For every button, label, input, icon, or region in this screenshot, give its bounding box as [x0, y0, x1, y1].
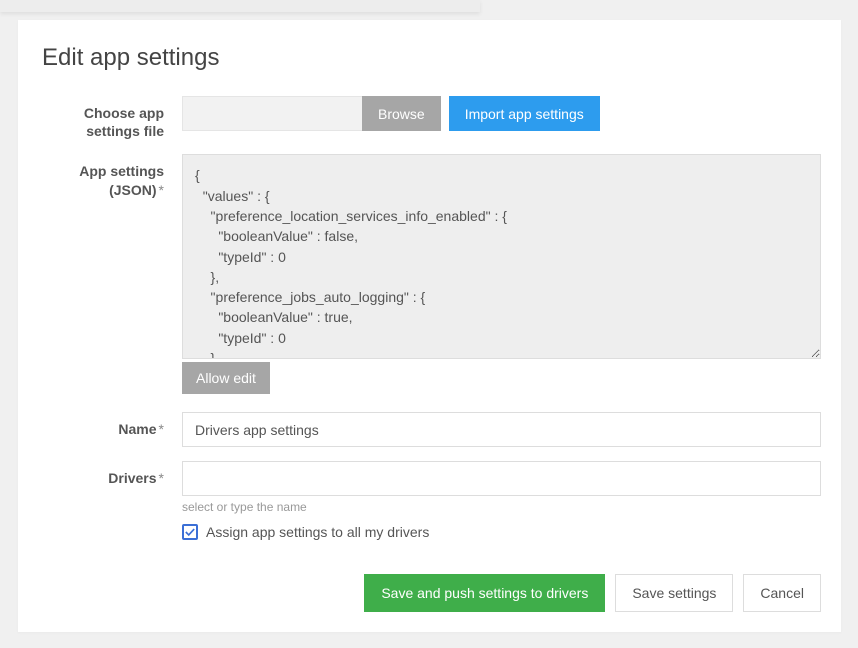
import-app-settings-button[interactable]: Import app settings: [449, 96, 600, 131]
file-picker: Browse: [182, 96, 441, 131]
assign-all-row: Assign app settings to all my drivers: [182, 524, 821, 540]
json-row: App settings (JSON)* Allow edit: [42, 154, 821, 394]
drivers-label: Drivers*: [42, 461, 182, 487]
browse-button[interactable]: Browse: [362, 96, 441, 131]
file-path-display[interactable]: [182, 96, 362, 131]
top-shadow: [0, 0, 480, 12]
choose-file-label: Choose app settings file: [42, 96, 182, 140]
assign-all-label: Assign app settings to all my drivers: [206, 524, 429, 540]
cancel-button[interactable]: Cancel: [743, 574, 821, 612]
save-settings-button[interactable]: Save settings: [615, 574, 733, 612]
name-input[interactable]: [182, 412, 821, 447]
save-and-push-button[interactable]: Save and push settings to drivers: [364, 574, 605, 612]
modal-title: Edit app settings: [42, 44, 821, 72]
drivers-hint: select or type the name: [182, 500, 821, 514]
modal-footer: Save and push settings to drivers Save s…: [42, 574, 821, 612]
choose-file-row: Choose app settings file Browse Import a…: [42, 96, 821, 140]
drivers-row: Drivers* select or type the name Assign …: [42, 461, 821, 540]
assign-all-checkbox[interactable]: [182, 524, 198, 540]
drivers-input[interactable]: [182, 461, 821, 496]
edit-app-settings-modal: Edit app settings Choose app settings fi…: [18, 20, 841, 632]
check-icon: [185, 527, 195, 537]
name-row: Name*: [42, 412, 821, 447]
name-label: Name*: [42, 412, 182, 438]
app-settings-json-textarea[interactable]: [182, 154, 821, 359]
json-label: App settings (JSON)*: [42, 154, 182, 198]
allow-edit-button[interactable]: Allow edit: [182, 362, 270, 394]
